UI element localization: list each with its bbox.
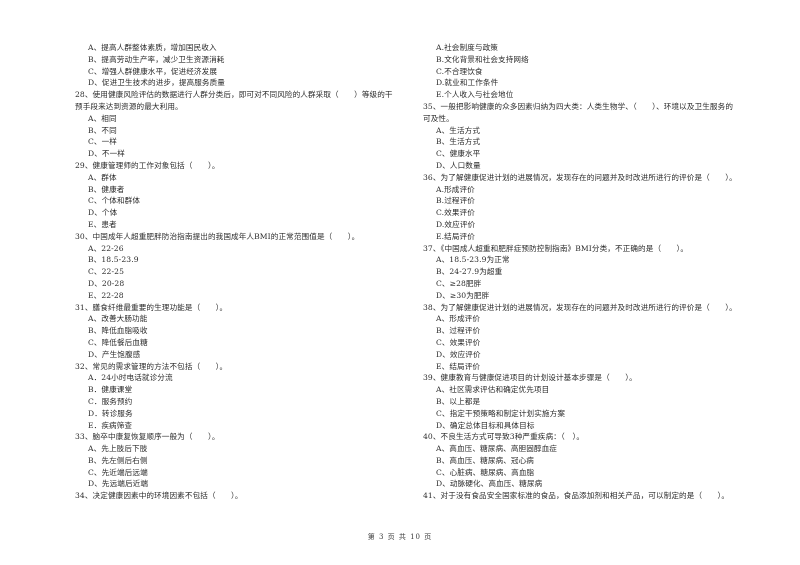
question-text: 41、对于没有食品安全国家标准的食品，食品添加剂和相关产品，可以制定的是（ ）。: [423, 491, 730, 501]
question-text: 33、脑卒中康复恢复顺序一般为（ ）。: [75, 432, 220, 442]
answer-option: A、改善大肠功能: [88, 314, 148, 324]
answer-option: D、动脉硬化、高血压、糖尿病: [436, 479, 543, 489]
answer-option: A、提高人群整体素质，增加国民收入: [88, 43, 217, 52]
right-column: A.社会制度与政策 B.文化背景和社会支持网络 C.不合理饮食 D.就业和工作条件 E.…: [423, 42, 763, 502]
answer-option: C、增强人群健康水平，促进经济发展: [88, 66, 218, 76]
answer-option: C、效果评价: [436, 337, 481, 347]
answer-option: D.效应评价: [436, 219, 476, 229]
answer-option: A、社区需求评估和确定优先项目: [436, 385, 550, 395]
answer-option: C、健康水平: [436, 149, 481, 159]
answer-option: A．24小时电话就诊分流: [88, 373, 173, 383]
answer-option: C、心脏病、糖尿病、高血脂: [436, 467, 535, 477]
question-text: 预手段来达到资源的最大利用。: [75, 101, 183, 111]
answer-option: C、指定干预策略和制定计划实施方案: [436, 408, 566, 418]
answer-option: A、形成评价: [436, 314, 481, 324]
answer-option: B．健康课堂: [88, 385, 133, 395]
answer-option: B、降低血脂吸收: [88, 326, 148, 336]
answer-option: C、22-25: [88, 267, 124, 277]
left-column: A、提高人群整体素质，增加国民收入 B、提高劳动生产率，减少卫生资源消耗 C、增强人…: [75, 42, 420, 502]
answer-option: C、一样: [88, 137, 117, 147]
answer-option: D、先远端后近端: [88, 479, 149, 489]
answer-option: C．服务预约: [88, 396, 133, 406]
answer-option: C.不合理饮食: [436, 66, 483, 76]
answer-option: B、24-27.9为超重: [436, 267, 503, 277]
answer-option: E、患者: [88, 219, 117, 229]
answer-option: A、生活方式: [436, 125, 481, 135]
question-text: 28、使用健康风险评估的数据进行人群分类后，即可对不同风险的人群采取（ ）等级的…: [75, 90, 393, 100]
answer-option: C、先近端后远端: [88, 467, 148, 477]
answer-option: E、结局评价: [436, 361, 481, 371]
answer-option: B、提高劳动生产率，减少卫生资源消耗: [88, 54, 225, 64]
answer-option: A、先上肢后下肢: [88, 444, 148, 454]
answer-option: C、降低餐后血糖: [88, 337, 148, 347]
answer-option: E．疾病筛查: [88, 420, 133, 430]
question-text: 40、不良生活方式可导致3种严重疾病：（ ）。: [423, 432, 585, 442]
question-text: 37、《中国成人超重和肥胖症预防控制指南》BMI分类，不正确的是（ ）。: [423, 243, 689, 253]
question-text: 39、健康教育与健康促进项目的计划设计基本步骤是（ ）。: [423, 373, 637, 383]
answer-option: A、相同: [88, 113, 117, 123]
answer-option: B、先左侧后右侧: [88, 455, 148, 465]
answer-option: D、个体: [88, 208, 118, 218]
answer-option: D、产生饱腹感: [88, 349, 141, 359]
answer-option: B、不同: [88, 125, 117, 135]
answer-option: E.结局评价: [436, 231, 475, 241]
answer-option: D、确定总体目标和具体目标: [436, 420, 535, 430]
answer-option: A、18.5-23.9为正常: [436, 255, 510, 265]
answer-option: D、不一样: [88, 149, 125, 159]
answer-option: C、个体和群体: [88, 196, 141, 206]
answer-option: D.就业和工作条件: [436, 78, 499, 88]
question-text: 29、健康管理师的工作对象包括（ ）。: [75, 160, 220, 170]
answer-option: D、≥30为肥胖: [436, 290, 490, 300]
answer-option: B、以上都是: [436, 396, 481, 406]
answer-option: E.个人收入与社会地位: [436, 90, 514, 100]
answer-option: C、≥28肥胖: [436, 278, 482, 288]
answer-option: C.效果评价: [436, 208, 475, 218]
answer-option: A、群体: [88, 172, 117, 182]
page-footer: 第 3 页 共 10 页: [0, 532, 800, 542]
question-text: 30、中国成年人超重肥胖防治指南提出的我国成年人BMI的正常范围值是（ ）。: [75, 231, 360, 241]
answer-option: A.社会制度与政策: [436, 43, 498, 52]
answer-option: A、22-26: [88, 243, 124, 253]
answer-option: D、促进卫生技术的进步，提高服务质量: [88, 78, 225, 88]
answer-option: B、高血压、糖尿病、冠心病: [436, 455, 535, 465]
question-text: 32、常见的需求管理的方法不包括（ ）。: [75, 361, 228, 371]
answer-option: B、过程评价: [436, 326, 481, 336]
answer-option: A.形成评价: [436, 184, 475, 194]
answer-option: A、高血压、糖尿病、高胆固醇血症: [436, 444, 557, 454]
answer-option: D、人口数量: [436, 160, 481, 170]
answer-option: D．转诊服务: [88, 408, 133, 418]
question-text: 38、为了解健康促进计划的进展情况，发现存在的问题并及时改进所进行的评价是（ ）…: [423, 302, 737, 312]
answer-option: B.文化背景和社会支持网络: [436, 54, 529, 64]
answer-option: D、效应评价: [436, 349, 481, 359]
page-number: 第 3 页 共 10 页: [367, 533, 433, 541]
answer-option: B、生活方式: [436, 137, 481, 147]
answer-option: B、健康者: [88, 184, 125, 194]
answer-option: E、22-28: [88, 290, 124, 300]
question-text: 35、一般把影响健康的众多因素归纳为四大类：人类生物学、（ ）、环境以及卫生服务…: [423, 101, 734, 111]
question-text: 可及性。: [423, 113, 454, 123]
question-text: 36、为了解健康促进计划的进展情况，发现存在的问题并及时改进所进行的评价是（ ）…: [423, 172, 737, 182]
answer-option: D、20-28: [88, 278, 125, 288]
answer-option: B、18.5-23.9: [88, 255, 139, 265]
question-text: 34、决定健康因素中的环境因素不包括（ ）。: [75, 491, 243, 501]
question-text: 31、膳食纤维最重要的生理功能是（ ）。: [75, 302, 228, 312]
answer-option: B.过程评价: [436, 196, 475, 206]
